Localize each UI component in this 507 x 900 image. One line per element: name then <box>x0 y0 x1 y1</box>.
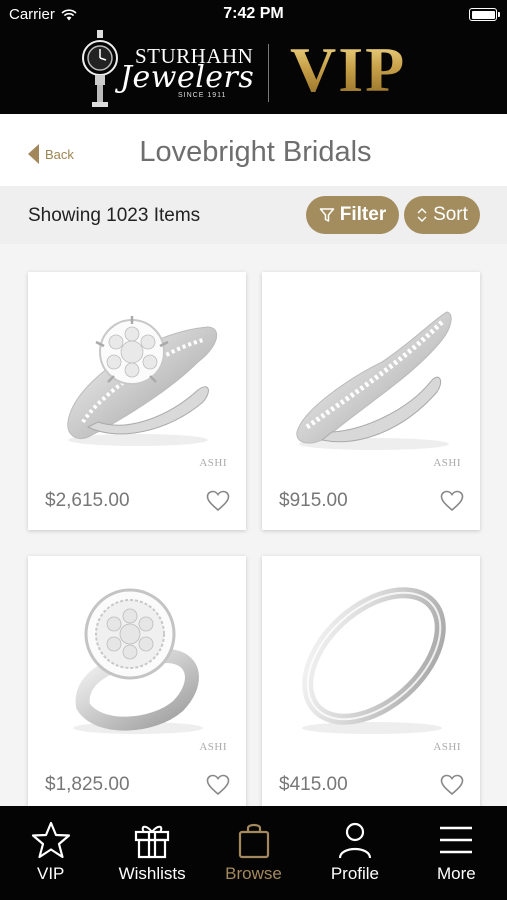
star-icon <box>31 821 70 859</box>
tab-vip[interactable]: VIP <box>0 806 101 900</box>
filter-icon <box>319 208 335 222</box>
menu-icon <box>440 826 473 854</box>
heart-icon[interactable] <box>206 774 230 796</box>
person-icon <box>338 822 372 859</box>
street-clock-icon <box>82 30 118 107</box>
filter-label: Filter <box>339 204 387 225</box>
filter-button[interactable]: Filter <box>306 196 399 234</box>
maker-label: ASHI <box>433 457 461 469</box>
shopping-bag-icon <box>238 823 269 859</box>
results-count: Showing 1023 Items <box>28 205 201 226</box>
brand-name-script: Jewelers <box>120 60 255 95</box>
tab-wishlists[interactable]: Wishlists <box>101 806 202 900</box>
tab-label: Wishlists <box>118 864 186 883</box>
app-header: Carrier 7:42 PM STURHAHN Jewelers SINCE … <box>0 0 507 114</box>
product-card[interactable]: ASHI $915.00 <box>262 272 480 530</box>
maker-label: ASHI <box>433 741 461 753</box>
tab-label: VIP <box>37 864 65 883</box>
maker-label: ASHI <box>199 457 227 469</box>
tab-label: Browse <box>225 864 282 883</box>
tab-bar: VIP Wishlists Browse Profile More <box>0 806 507 900</box>
heart-icon[interactable] <box>440 774 464 796</box>
product-price: $2,615.00 <box>45 490 130 511</box>
brand-divider <box>268 44 269 102</box>
product-card[interactable]: ASHI $1,825.00 <box>28 556 246 806</box>
sort-arrows-icon <box>417 208 427 222</box>
product-image-cluster-ring <box>67 316 218 446</box>
product-price: $915.00 <box>279 490 348 511</box>
brand-since: SINCE 1911 <box>178 92 227 99</box>
product-image-plain-band <box>302 587 446 734</box>
tab-label: Profile <box>330 864 380 883</box>
battery-icon <box>469 8 500 21</box>
tab-more[interactable]: More <box>406 806 507 900</box>
status-bar: Carrier 7:42 PM <box>0 0 507 30</box>
tab-browse[interactable]: Browse <box>203 806 304 900</box>
product-price: $1,825.00 <box>45 774 130 795</box>
brand-logo: STURHAHN Jewelers SINCE 1911 VIP <box>80 30 430 110</box>
vip-logo: VIP <box>290 34 407 105</box>
page-nav-bar: Back Lovebright Bridals <box>0 114 507 186</box>
sort-button[interactable]: Sort <box>404 196 480 234</box>
tab-label: More <box>436 864 476 883</box>
product-card[interactable]: ASHI $415.00 <box>262 556 480 806</box>
maker-label: ASHI <box>199 741 227 753</box>
gift-icon <box>135 825 170 859</box>
product-card[interactable]: ASHI $2,615.00 <box>28 272 246 530</box>
sort-label: Sort <box>433 204 468 225</box>
product-grid: ASHI $2,615.00 ASHI $915.00 ASHI $1,825.… <box>0 244 507 806</box>
tab-profile[interactable]: Profile <box>304 806 405 900</box>
product-price: $415.00 <box>279 774 348 795</box>
status-time: 7:42 PM <box>223 5 284 22</box>
results-toolbar: Showing 1023 Items Filter Sort <box>0 186 507 244</box>
heart-icon[interactable] <box>206 490 230 512</box>
product-image-halo-ring <box>73 588 203 734</box>
product-image-curved-band <box>296 311 452 450</box>
heart-icon[interactable] <box>440 490 464 512</box>
page-title: Lovebright Bridals <box>139 136 372 168</box>
